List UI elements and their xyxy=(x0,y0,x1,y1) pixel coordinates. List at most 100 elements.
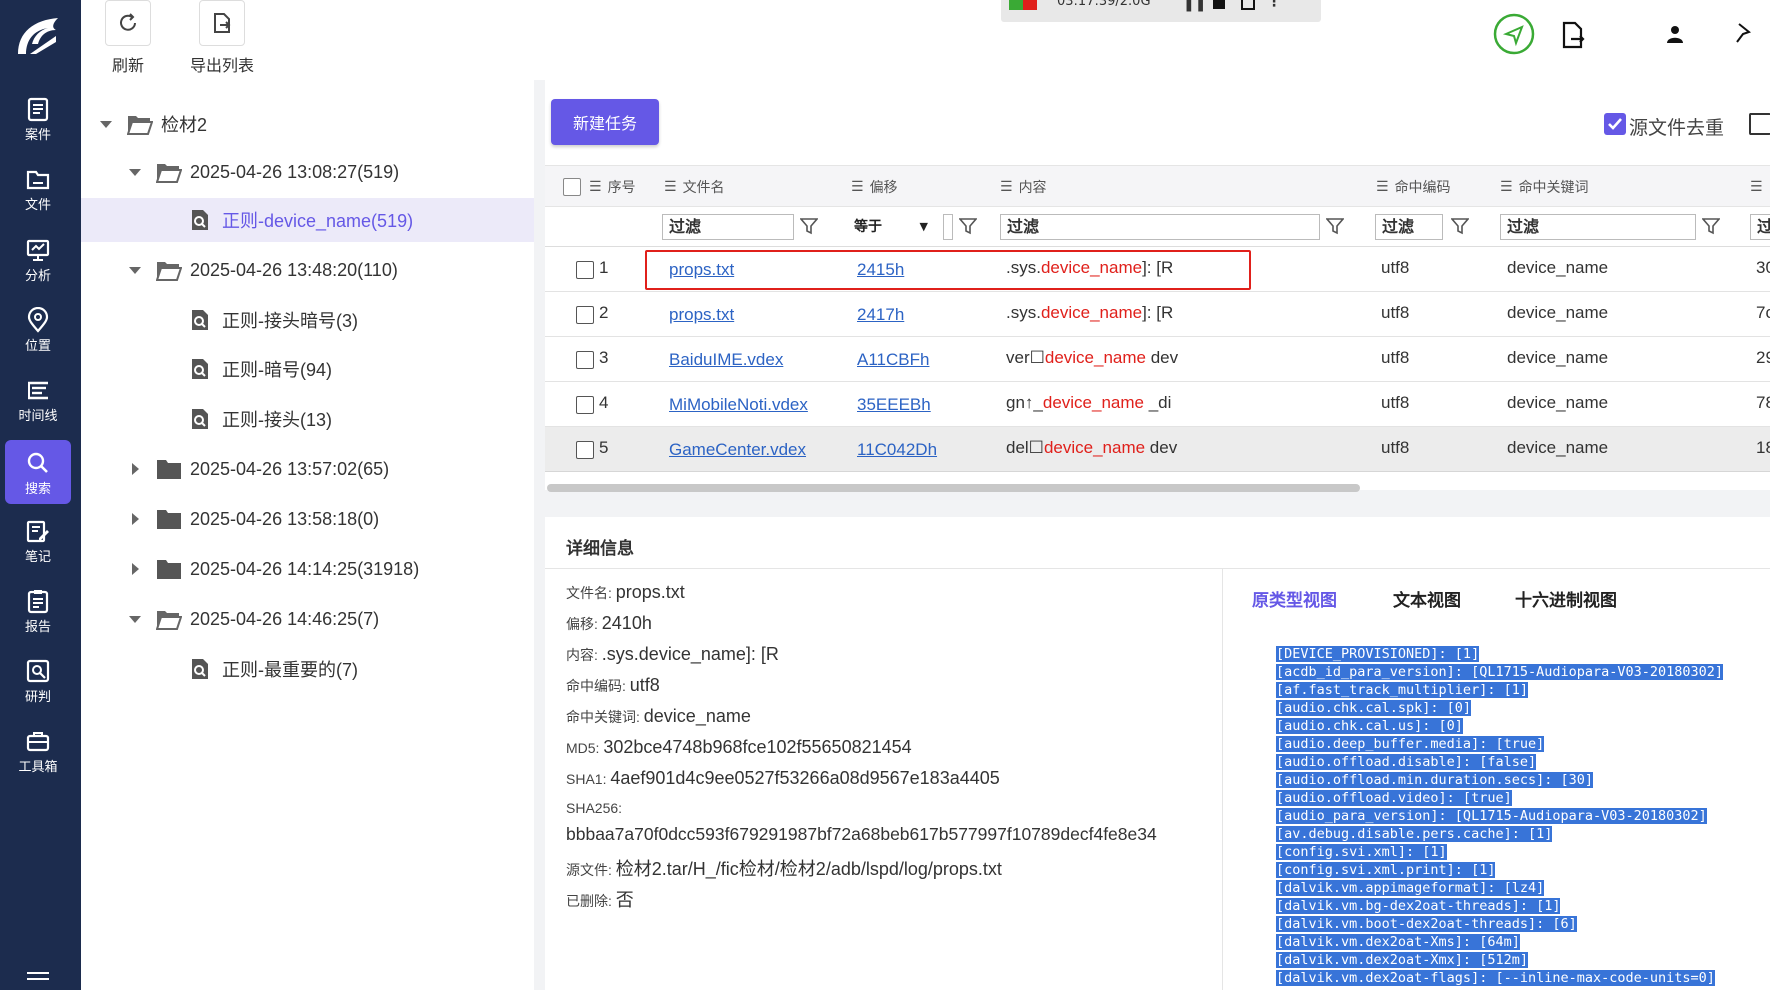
nav-item-timeline[interactable]: 时间线 xyxy=(5,367,71,431)
row-checkbox[interactable] xyxy=(576,441,594,459)
column-header-filename[interactable]: ☰ 文件名 xyxy=(664,166,725,208)
new-task-button[interactable]: 新建任务 xyxy=(551,99,659,145)
tree-node-session[interactable]: 2025-04-26 13:58:18(0) xyxy=(81,497,534,541)
field-value: props.txt xyxy=(615,582,685,602)
send-status-icon[interactable] xyxy=(1492,12,1536,56)
field-label: SHA1: xyxy=(566,771,607,787)
field-label: 命中关键词: xyxy=(566,709,640,725)
select-value: 等于 xyxy=(854,219,882,235)
raw-line: [dalvik.vm.boot-dex2oat-threads]: [6] xyxy=(1276,916,1577,932)
nav-item-toolbox[interactable]: 工具箱 xyxy=(5,718,71,782)
refresh-button[interactable]: 刷新 xyxy=(100,0,156,76)
row-checkbox[interactable] xyxy=(576,351,594,369)
nav-item-case[interactable]: 案件 xyxy=(5,86,71,150)
tree-node-session[interactable]: 2025-04-26 13:57:02(65) xyxy=(81,447,534,491)
caret-down-icon[interactable] xyxy=(128,263,142,277)
caret-down-icon[interactable] xyxy=(128,165,142,179)
check-icon xyxy=(1608,118,1622,130)
field-value: device_name xyxy=(643,706,751,726)
tree-node-regex[interactable]: 正则-接头暗号(3) xyxy=(81,298,534,342)
user-icon[interactable] xyxy=(1666,25,1684,43)
tab-text-view[interactable]: 文本视图 xyxy=(1393,586,1461,611)
nav-item-location[interactable]: 位置 xyxy=(5,297,71,361)
filter-icon[interactable] xyxy=(800,217,818,235)
detail-sha256: SHA256: xyxy=(566,800,622,816)
caret-down-icon[interactable] xyxy=(99,117,113,131)
encoding-cell: utf8 xyxy=(1381,258,1410,277)
file-link[interactable]: MiMobileNoti.vdex xyxy=(669,395,808,415)
export-list-button[interactable]: 导出列表 xyxy=(156,0,288,76)
row-checkbox[interactable] xyxy=(576,306,594,324)
caret-down-icon[interactable] xyxy=(128,612,142,626)
tree-node-root[interactable]: 检材2 xyxy=(81,102,534,146)
more-icon[interactable]: ⋮ xyxy=(1267,0,1281,10)
row-checkbox[interactable] xyxy=(576,396,594,414)
filter-icon[interactable] xyxy=(1702,217,1720,235)
filter-icon[interactable] xyxy=(1326,217,1344,235)
column-header-content[interactable]: ☰ 内容 xyxy=(1000,166,1047,208)
tree-node-regex[interactable]: 正则-最重要的(7) xyxy=(81,647,534,691)
nav-label: 工具箱 xyxy=(18,760,58,775)
folder-icon xyxy=(157,560,181,579)
detail-deleted: 已删除: 否 xyxy=(566,886,634,912)
detail-keyword: 命中关键词: device_name xyxy=(566,706,751,727)
horizontal-scrollbar[interactable] xyxy=(547,484,1360,492)
tab-hex-view[interactable]: 十六进制视图 xyxy=(1515,586,1617,611)
tree-node-session[interactable]: 2025-04-26 13:48:20(110) xyxy=(81,248,534,292)
row-checkbox[interactable] xyxy=(576,261,594,279)
column-header-encoding[interactable]: ☰ 命中编码 xyxy=(1376,166,1451,208)
tree-node-session[interactable]: 2025-04-26 14:14:25(31918) xyxy=(81,547,534,591)
folder-open-icon xyxy=(156,262,182,281)
tab-raw-view[interactable]: 原类型视图 xyxy=(1252,586,1337,611)
offset-link[interactable]: 11C042Dh xyxy=(857,440,937,460)
filter-icon[interactable] xyxy=(1451,217,1469,235)
file-link[interactable]: BaiduIME.vdex xyxy=(669,350,783,370)
filter-icon[interactable] xyxy=(959,217,977,235)
offset-filter-mode-select[interactable]: 等于 ▼ xyxy=(854,214,934,240)
nav-item-report[interactable]: 报告 xyxy=(5,578,71,642)
offset-link[interactable]: A11CBFh xyxy=(857,350,929,370)
content-filter-input[interactable]: 过滤 xyxy=(1000,214,1320,240)
stop-icon[interactable] xyxy=(1213,0,1225,9)
tree-node-session[interactable]: 2025-04-26 13:08:27(519) xyxy=(81,150,534,194)
encoding-filter-input[interactable]: 过滤 xyxy=(1375,214,1443,240)
tree-node-regex[interactable]: 正则-暗号(94) xyxy=(81,347,534,391)
menu-icon[interactable] xyxy=(27,972,49,984)
column-header-more[interactable]: ☰ xyxy=(1750,166,1763,208)
caret-right-icon[interactable] xyxy=(128,562,142,576)
detail-encoding: 命中编码: utf8 xyxy=(566,675,660,696)
keyword-filter-input[interactable]: 过滤 xyxy=(1500,214,1696,240)
export-file-icon[interactable] xyxy=(1561,21,1587,49)
raw-content-view[interactable]: [DEVICE_PROVISIONED]: [1] [acdb_id_para_… xyxy=(1276,645,1770,990)
pause-icon[interactable]: ❚❚ xyxy=(1183,0,1206,12)
nav-label: 文件 xyxy=(24,198,51,213)
nav-item-judge[interactable]: 研判 xyxy=(5,648,71,712)
status-red-icon xyxy=(1023,0,1037,10)
offset-link[interactable]: 35EEEBh xyxy=(857,395,931,415)
select-all-checkbox[interactable] xyxy=(563,166,581,208)
caret-right-icon[interactable] xyxy=(128,512,142,526)
column-header-keyword[interactable]: ☰ 命中关键词 xyxy=(1500,166,1589,208)
file-link[interactable]: GameCenter.vdex xyxy=(669,440,806,460)
raw-line: [dalvik.vm.dex2oat-Xmx]: [512m] xyxy=(1276,952,1528,968)
filename-filter-input[interactable]: 过滤 xyxy=(662,214,794,240)
tree-node-session[interactable]: 2025-04-26 14:46:25(7) xyxy=(81,597,534,641)
nav-item-file[interactable]: 文件 xyxy=(5,156,71,220)
file-link[interactable]: props.txt xyxy=(669,305,734,325)
option-checkbox[interactable] xyxy=(1749,113,1770,135)
nav-item-note[interactable]: 笔记 xyxy=(5,508,71,572)
more-filter-input[interactable]: 过 xyxy=(1750,214,1770,240)
tree-node-regex-selected[interactable]: 正则-device_name(519) xyxy=(81,198,534,242)
nav-item-search[interactable]: 搜索 xyxy=(5,440,71,504)
column-header-offset[interactable]: ☰ 偏移 xyxy=(851,166,898,208)
nav-item-analysis[interactable]: 分析 xyxy=(5,227,71,291)
screenshot-icon[interactable] xyxy=(1241,0,1255,10)
nav-label: 分析 xyxy=(24,269,51,284)
offset-link[interactable]: 2417h xyxy=(857,305,904,325)
pin-icon[interactable] xyxy=(1735,22,1751,44)
dedupe-checkbox[interactable] xyxy=(1604,113,1626,135)
caret-right-icon[interactable] xyxy=(128,462,142,476)
offset-filter-input[interactable] xyxy=(943,214,953,240)
column-header-index[interactable]: ☰ 序号 xyxy=(589,166,636,208)
tree-node-regex[interactable]: 正则-接头(13) xyxy=(81,397,534,441)
